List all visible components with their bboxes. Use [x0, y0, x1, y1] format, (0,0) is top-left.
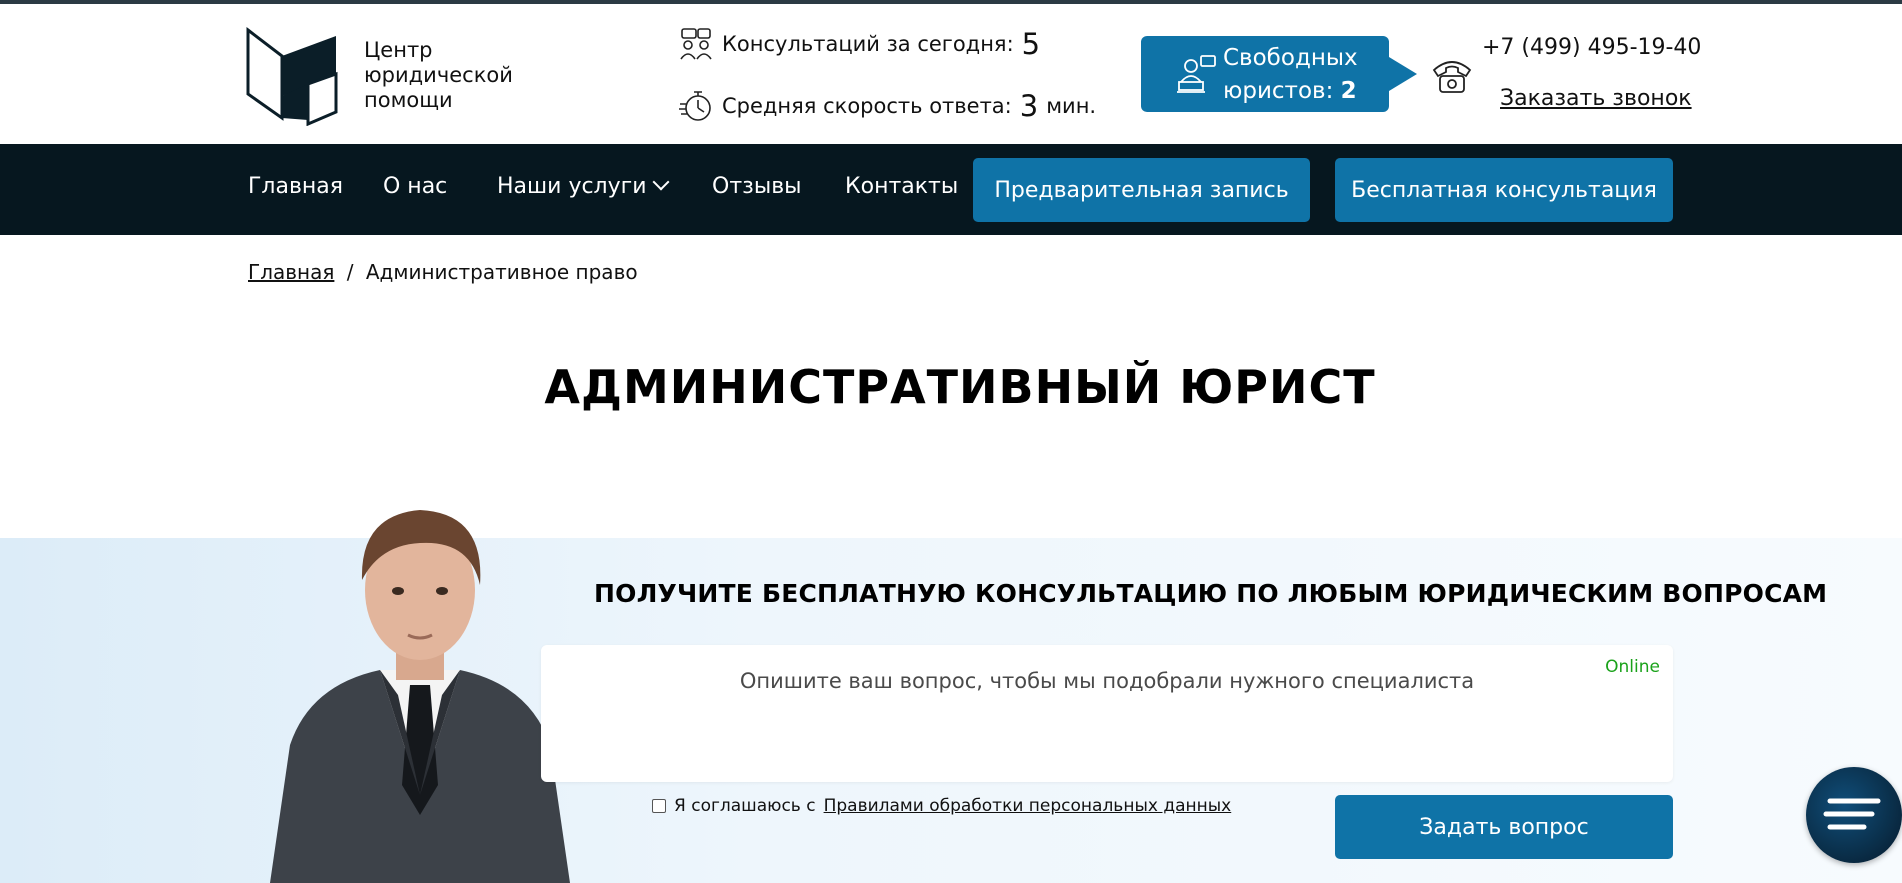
- consultations-value: 5: [1021, 27, 1041, 61]
- question-input[interactable]: Опишите ваш вопрос, чтобы мы подобрали н…: [541, 645, 1673, 782]
- phone-icon[interactable]: [1428, 50, 1476, 98]
- nav-item-services[interactable]: Наши услуги: [497, 173, 669, 199]
- consult-title: ПОЛУЧИТЕ БЕСПЛАТНУЮ КОНСУЛЬТАЦИЮ ПО ЛЮБЫ…: [594, 579, 1828, 608]
- speed-unit: мин.: [1046, 94, 1097, 118]
- consent-row: Я соглашаюсь с Правилами обработки персо…: [652, 796, 1231, 816]
- breadcrumb-separator: /: [346, 260, 354, 284]
- nav-item-services-label: Наши услуги: [497, 174, 647, 199]
- free-lawyers-badge: Свободных юристов: 2: [1141, 36, 1417, 112]
- free-lawyers-text: Свободных юристов: 2: [1223, 42, 1358, 108]
- top-border: [0, 0, 1902, 4]
- free-lawyers-label-2: юристов:: [1223, 78, 1334, 104]
- page-title: АДМИНИСТРАТИВНЫЙ ЮРИСТ: [544, 360, 1376, 414]
- menu-icon: [1806, 798, 1902, 867]
- breadcrumb-current: Административное право: [365, 260, 638, 284]
- breadcrumb-home[interactable]: Главная: [248, 260, 334, 284]
- logo-icon[interactable]: [246, 22, 346, 127]
- nav-item-about[interactable]: О нас: [383, 174, 447, 199]
- chevron-down-icon: [652, 173, 669, 191]
- speed-label: Средняя скорость ответа:: [722, 94, 1012, 118]
- lawyer-laptop-icon: [1175, 52, 1219, 96]
- privacy-policy-link[interactable]: Правилами обработки персональных данных: [824, 796, 1232, 816]
- chat-people-icon: [678, 26, 714, 62]
- ask-question-button[interactable]: Задать вопрос: [1335, 795, 1673, 859]
- nav-item-home[interactable]: Главная: [248, 174, 343, 199]
- nav-item-reviews[interactable]: Отзывы: [712, 174, 802, 199]
- speed-value: 3: [1019, 89, 1039, 123]
- consultations-today: Консультаций за сегодня: 5: [678, 26, 1040, 62]
- avg-response-speed: Средняя скорость ответа: 3 мин.: [678, 88, 1096, 124]
- question-placeholder: Опишите ваш вопрос, чтобы мы подобрали н…: [739, 669, 1475, 693]
- phone-number[interactable]: +7 (499) 495-19-40: [1482, 35, 1701, 60]
- prebook-button[interactable]: Предварительная запись: [973, 158, 1310, 222]
- floating-menu-button[interactable]: [1806, 767, 1902, 863]
- callback-link[interactable]: Заказать звонок: [1500, 86, 1692, 111]
- stopwatch-icon: [678, 88, 714, 124]
- consent-checkbox[interactable]: [652, 799, 666, 813]
- breadcrumb: Главная / Административное право: [248, 260, 638, 284]
- lawyer-photo: [270, 495, 570, 883]
- main-nav: Главная О нас Наши услуги Отзывы Контакт…: [0, 144, 1902, 235]
- online-status: Online: [1605, 657, 1660, 677]
- consultations-label: Консультаций за сегодня:: [722, 32, 1014, 56]
- free-lawyers-value: 2: [1340, 78, 1357, 104]
- consent-prefix: Я соглашаюсь с: [674, 796, 816, 816]
- nav-item-contacts[interactable]: Контакты: [845, 174, 958, 199]
- free-lawyers-label-1: Свободных: [1223, 45, 1358, 71]
- free-consult-button[interactable]: Бесплатная консультация: [1335, 158, 1673, 222]
- logo-text[interactable]: Центр юридической помощи: [364, 38, 544, 113]
